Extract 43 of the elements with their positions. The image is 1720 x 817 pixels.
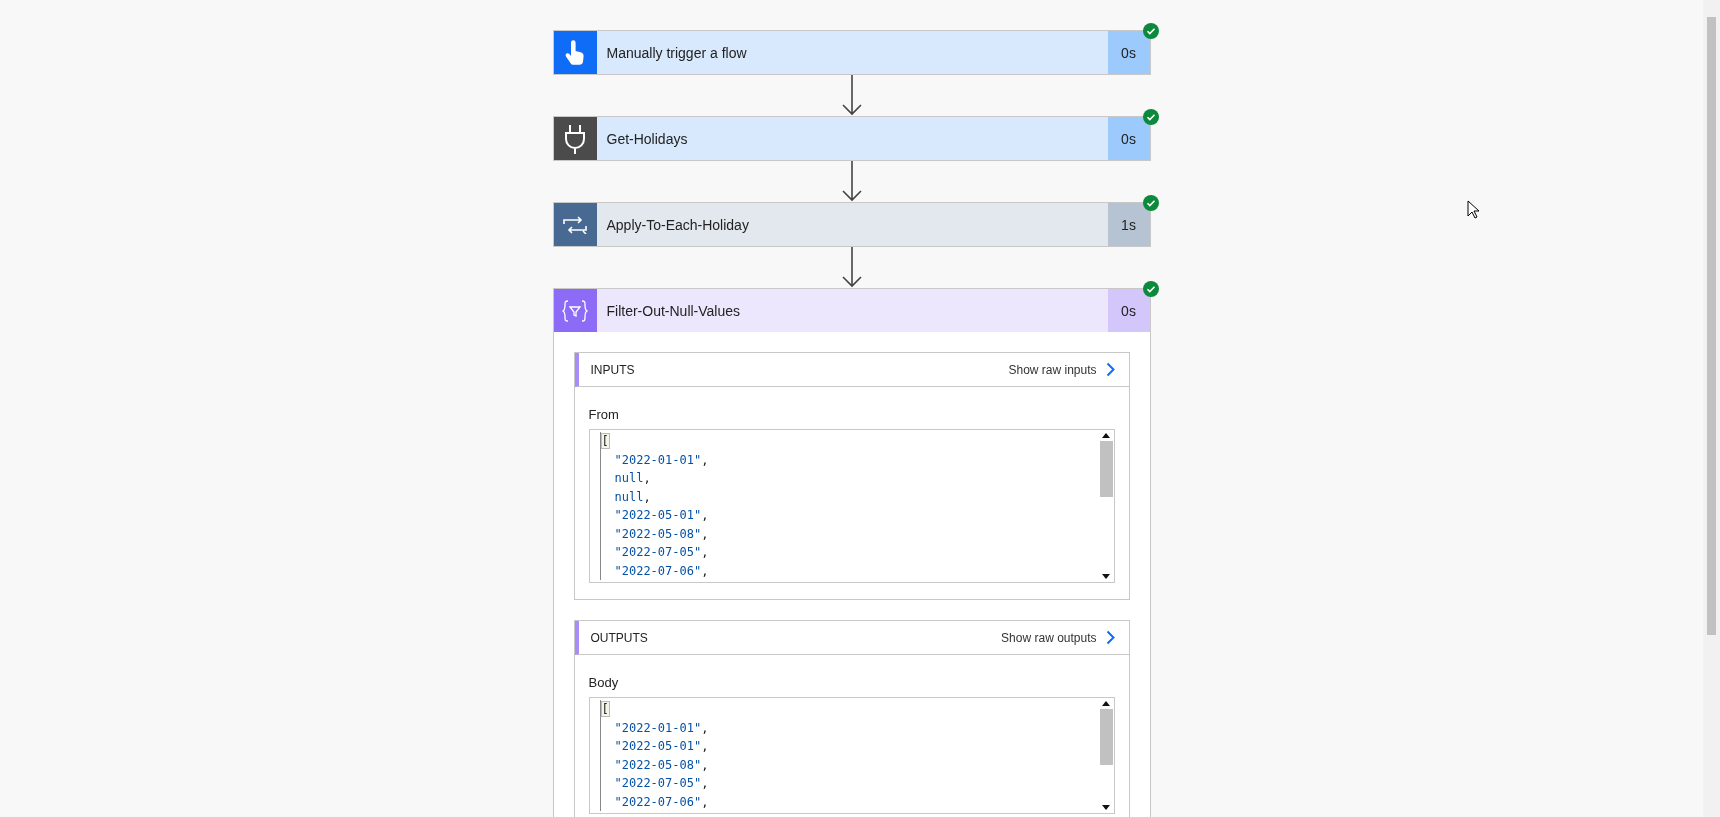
code-line: "2022-01-01", — [599, 718, 1099, 737]
step-header[interactable]: Filter-Out-Null-Values 0s — [553, 289, 1150, 332]
step-duration: 0s — [1107, 31, 1150, 74]
code-line: "2022-07-05", — [599, 543, 1099, 562]
step-header[interactable]: Apply-To-Each-Holiday 1s — [553, 203, 1150, 246]
step-duration: 0s — [1107, 289, 1150, 332]
show-raw-link[interactable]: Show raw outputs — [1001, 630, 1115, 645]
section-heading: OUTPUTS — [590, 630, 648, 645]
code-line: null, — [599, 469, 1099, 488]
step-header[interactable]: Get-Holidays 0s — [553, 117, 1150, 160]
code-line: "2022-05-08", — [599, 755, 1099, 774]
code-line: "2022-05-08", — [599, 524, 1099, 543]
connector-arrow — [840, 247, 863, 288]
step-title: Apply-To-Each-Holiday — [605, 215, 750, 235]
plug-icon — [564, 123, 586, 154]
loop-arrows-icon — [563, 215, 587, 234]
section-heading: INPUTS — [590, 362, 635, 377]
code-line: "2022-07-06", — [599, 792, 1099, 811]
code-line: [ — [599, 432, 1099, 451]
step-title: Filter-Out-Null-Values — [605, 301, 742, 321]
mouse-cursor-icon — [1467, 200, 1479, 219]
step-title: Manually trigger a flow — [605, 43, 748, 63]
filter-braces-icon — [562, 299, 588, 322]
step-header[interactable]: Manually trigger a flow 0s — [553, 31, 1150, 74]
connector-arrow — [840, 161, 863, 202]
pointing-hand-icon — [564, 39, 586, 66]
code-line: "2022-07-06", — [599, 561, 1099, 580]
step-title: Get-Holidays — [605, 129, 689, 149]
code-line: null, — [599, 487, 1099, 506]
page-scrollbar[interactable] — [1703, 0, 1720, 817]
field-label: Body — [588, 675, 620, 690]
chevron-right-icon — [1105, 630, 1115, 645]
show-raw-link[interactable]: Show raw inputs — [1008, 362, 1115, 377]
step-duration: 0s — [1107, 117, 1150, 160]
code-line: [ — [599, 700, 1099, 719]
step-duration: 1s — [1107, 203, 1150, 246]
code-line: "2022-07-05", — [599, 774, 1099, 793]
code-line: "2022-01-01", — [599, 450, 1099, 469]
code-line: "2022-05-01", — [599, 737, 1099, 756]
chevron-right-icon — [1105, 362, 1115, 377]
code-line: "2022-05-01", — [599, 506, 1099, 525]
connector-arrow — [840, 75, 863, 116]
field-label: From — [588, 407, 620, 422]
